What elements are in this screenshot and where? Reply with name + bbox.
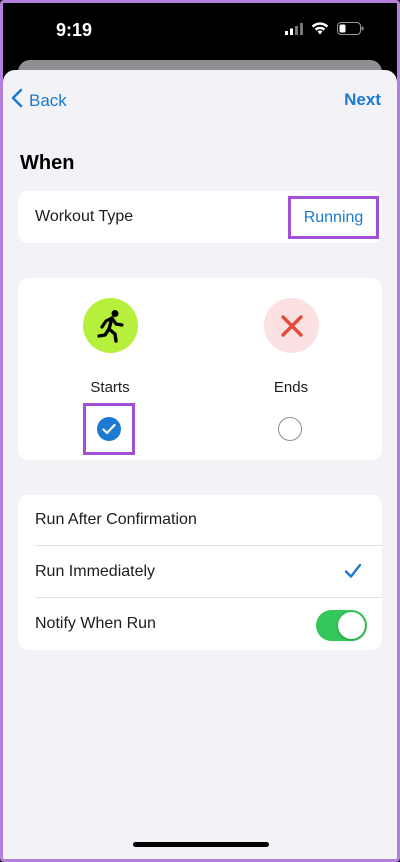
nav-bar: Back Next (3, 70, 397, 130)
option-label: Run After Confirmation (35, 511, 197, 528)
option-label: Notify When Run (35, 615, 156, 632)
event-option-ends[interactable]: Ends (221, 278, 361, 460)
x-icon (264, 298, 319, 353)
event-label-starts: Starts (90, 379, 130, 396)
notify-toggle[interactable] (316, 610, 367, 641)
workout-type-label: Workout Type (35, 208, 134, 225)
empty-circle-icon (278, 417, 302, 441)
section-title: When (20, 152, 75, 174)
starts-radio[interactable] (83, 403, 135, 455)
option-label: Run Immediately (35, 563, 156, 580)
chevron-left-icon (11, 88, 29, 113)
toggle-knob (338, 612, 365, 639)
event-option-starts[interactable]: Starts (40, 278, 180, 460)
status-icons (285, 22, 364, 40)
status-bar: 9:19 (0, 0, 400, 62)
checkmark-circle-icon (97, 417, 121, 441)
run-options-card: Run After Confirmation Run Immediately N… (18, 495, 382, 650)
event-selector-card: Starts Ends (18, 278, 382, 460)
workout-type-value[interactable]: Running (288, 196, 379, 239)
wifi-icon (311, 22, 329, 40)
divider (35, 597, 382, 598)
running-figure-icon (83, 298, 138, 353)
workout-type-row[interactable]: Workout Type Running (18, 191, 382, 243)
checkmark-icon (344, 563, 362, 584)
home-indicator (133, 842, 269, 847)
cellular-signal-icon (285, 22, 303, 40)
modal-sheet: Back Next When Workout Type Running Star… (3, 70, 397, 859)
back-button[interactable]: Back (11, 88, 67, 113)
status-time: 9:19 (56, 20, 93, 40)
ends-radio[interactable] (264, 403, 316, 455)
option-notify-when-run[interactable]: Notify When Run (18, 599, 382, 650)
divider (35, 545, 382, 546)
battery-icon (337, 22, 364, 40)
back-label: Back (29, 90, 67, 110)
option-run-immediately[interactable]: Run Immediately (18, 547, 382, 598)
option-run-after-confirmation[interactable]: Run After Confirmation (18, 495, 382, 546)
event-label-ends: Ends (273, 379, 309, 396)
next-button[interactable]: Next (344, 90, 381, 110)
